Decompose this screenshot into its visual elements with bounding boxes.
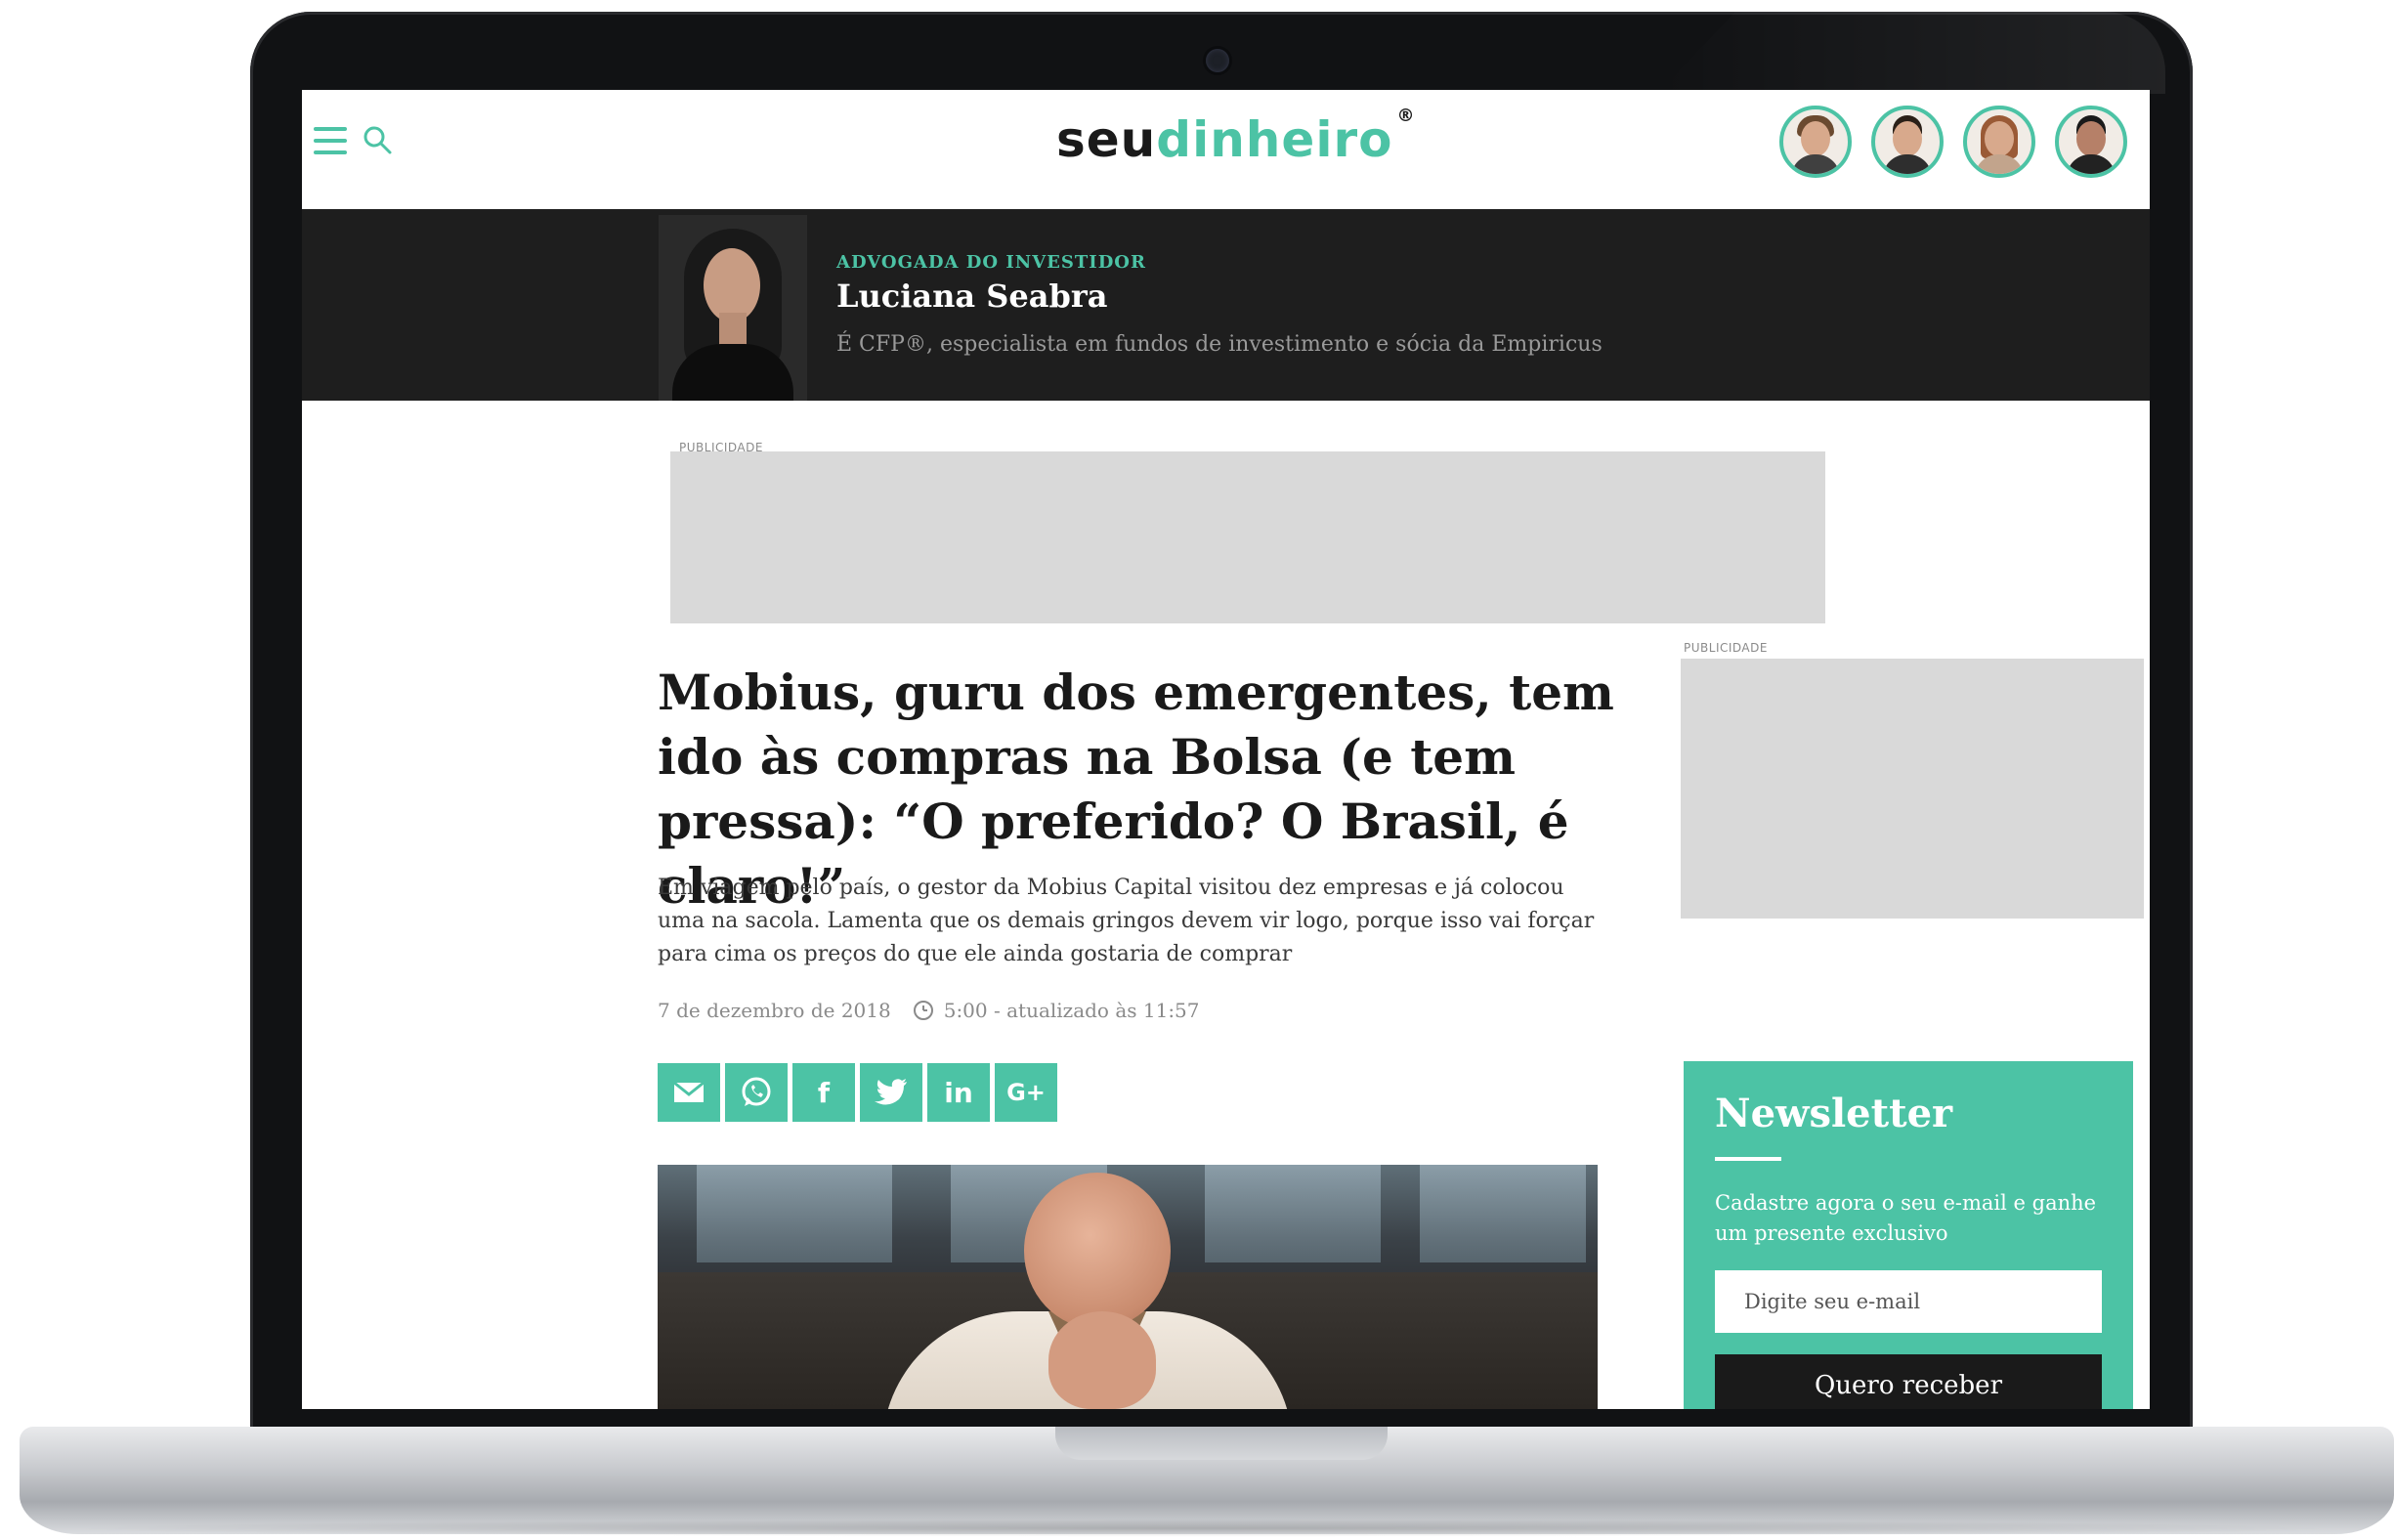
article-date: 7 de dezembro de 2018 — [658, 999, 891, 1022]
share-email-button[interactable] — [658, 1063, 720, 1122]
author-photo — [659, 215, 807, 401]
ad-side-label: PUBLICIDADE — [1684, 641, 1768, 655]
linkedin-icon: in — [944, 1076, 973, 1109]
facebook-icon: f — [817, 1076, 831, 1109]
logo-registered-mark: ® — [1396, 106, 1416, 127]
ad-banner-top[interactable] — [670, 451, 1825, 623]
columnist-avatar-2[interactable] — [1871, 106, 1944, 178]
email-icon — [673, 1081, 705, 1102]
columnist-avatar-4[interactable] — [2055, 106, 2127, 178]
newsletter-title: Newsletter — [1715, 1091, 1953, 1136]
logo-text-dinheiro: dinheiro — [1156, 111, 1393, 168]
site-header: seudinheiro ® — [302, 90, 2150, 209]
newsletter-divider — [1715, 1157, 1781, 1161]
article-lede: Em viagem pelo país, o gestor da Mobius … — [658, 876, 1595, 966]
columnist-avatar-1[interactable] — [1779, 106, 1852, 178]
newsletter-email-input[interactable] — [1715, 1270, 2102, 1333]
author-name[interactable]: Luciana Seabra — [836, 278, 1107, 315]
newsletter-box: Newsletter Cadastre agora o seu e-mail e… — [1684, 1061, 2133, 1409]
site-logo[interactable]: seudinheiro ® — [1056, 106, 1415, 168]
newsletter-description: Cadastre agora o seu e-mail e ganhe um p… — [1715, 1191, 2097, 1245]
hamburger-menu-icon[interactable] — [314, 127, 347, 154]
laptop-shadow — [59, 1519, 2345, 1537]
share-linkedin-button[interactable]: in — [927, 1063, 990, 1122]
lid-glare — [1657, 12, 2165, 94]
newsletter-submit-button[interactable]: Quero receber — [1715, 1354, 2102, 1409]
twitter-icon — [875, 1079, 907, 1105]
share-twitter-button[interactable] — [860, 1063, 922, 1122]
columnist-avatars — [1779, 106, 2147, 178]
webcam — [1206, 49, 1229, 72]
browser-screen: seudinheiro ® ADVOGADA DO INVESTIDOR Luci… — [302, 90, 2150, 1409]
share-googleplus-button[interactable]: G+ — [995, 1063, 1057, 1122]
logo-text-seu: seu — [1056, 111, 1157, 168]
whatsapp-icon — [742, 1077, 771, 1106]
laptop-notch — [1055, 1427, 1388, 1460]
article-time: 5:00 - atualizado às 11:57 — [943, 999, 1200, 1022]
article-hero-image — [658, 1165, 1598, 1409]
ad-banner-side[interactable] — [1681, 659, 2144, 919]
author-column-kicker: ADVOGADA DO INVESTIDOR — [836, 252, 1146, 273]
columnist-avatar-3[interactable] — [1963, 106, 2035, 178]
article-meta: 7 de dezembro de 2018 5:00 - atualizado … — [658, 999, 1200, 1022]
share-whatsapp-button[interactable] — [725, 1063, 788, 1122]
author-band: ADVOGADA DO INVESTIDOR Luciana Seabra É … — [302, 209, 2150, 401]
share-bar: f in G+ — [658, 1063, 1062, 1122]
clock-icon — [913, 1001, 933, 1020]
author-bio: É CFP®, especialista em fundos de invest… — [836, 332, 1603, 357]
search-icon[interactable] — [361, 123, 394, 156]
share-facebook-button[interactable]: f — [792, 1063, 855, 1122]
googleplus-icon: G+ — [1006, 1079, 1046, 1106]
